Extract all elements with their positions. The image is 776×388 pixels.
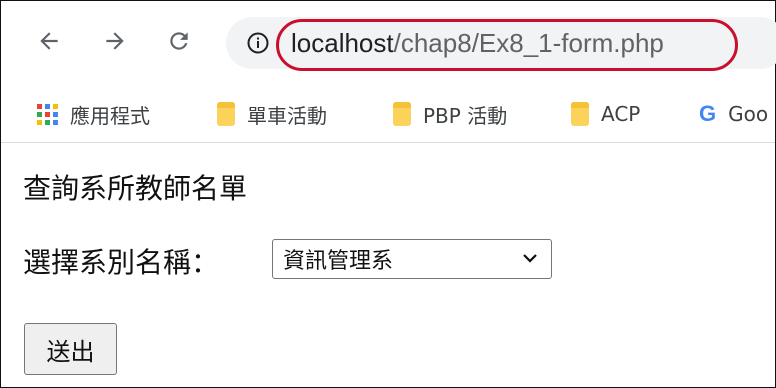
forward-arrow-icon [106, 32, 124, 50]
folder-icon [217, 102, 235, 126]
department-label: 選擇系別名稱： [23, 246, 220, 279]
bookmark-google[interactable]: G Goo [699, 86, 768, 142]
reload-icon [170, 32, 188, 50]
url-host: localhost [291, 28, 394, 58]
department-selected-value: 資訊管理系 [283, 249, 394, 274]
bookmark-label: ACP [601, 102, 641, 126]
submit-button[interactable]: 送出 [24, 323, 117, 375]
bookmark-label: 單車活動 [247, 103, 327, 128]
back-arrow-icon [40, 32, 58, 50]
url-path: /chap8/Ex8_1-form.php [393, 28, 664, 58]
reload-button[interactable] [157, 19, 201, 63]
page-title: 查詢系所教師名單 [23, 172, 248, 205]
bookmark-folder-bike[interactable]: 單車活動 [217, 86, 327, 142]
site-info-icon[interactable] [246, 31, 270, 55]
google-icon: G [699, 101, 717, 126]
browser-toolbar: localhost/chap8/Ex8_1-form.php [1, 1, 776, 85]
bookmark-label: Goo [728, 102, 769, 126]
folder-icon [393, 102, 411, 126]
folder-icon [571, 102, 589, 126]
back-button[interactable] [27, 19, 71, 63]
apps-grid-icon [37, 103, 58, 125]
bookmark-apps[interactable]: 應用程式 [37, 86, 150, 142]
chevron-down-icon [523, 254, 537, 263]
url-text[interactable]: localhost/chap8/Ex8_1-form.php [291, 23, 664, 63]
bookmarks-bar: 應用程式 單車活動 PBP 活動 ACP G Goo [1, 86, 775, 143]
department-select[interactable]: 資訊管理系 [272, 239, 552, 279]
bookmark-label: PBP 活動 [423, 103, 508, 128]
bookmark-folder-acp[interactable]: ACP [571, 86, 640, 142]
page-content: 查詢系所教師名單 選擇系別名稱： 資訊管理系 送出 [1, 143, 775, 387]
bookmark-label: 應用程式 [70, 103, 150, 128]
forward-button[interactable] [93, 19, 137, 63]
bookmark-folder-pbp[interactable]: PBP 活動 [393, 86, 507, 142]
